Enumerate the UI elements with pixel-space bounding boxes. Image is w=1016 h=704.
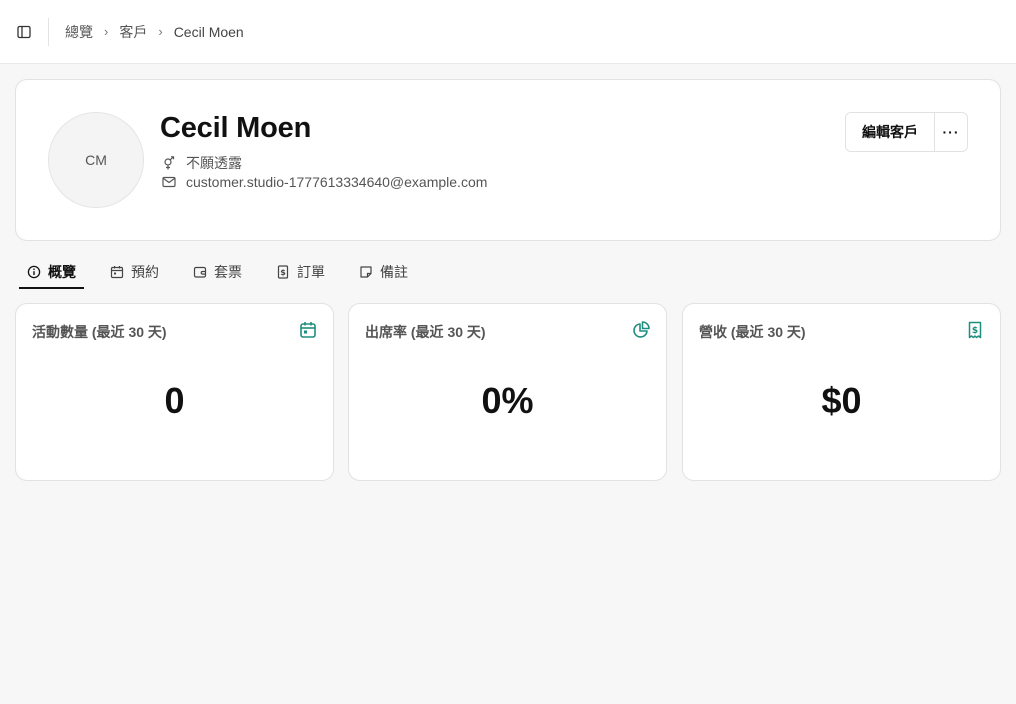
tab-packages[interactable]: 套票 — [185, 256, 250, 288]
top-bar: 總覽 › 客戶 › Cecil Moen — [0, 0, 1016, 64]
more-dots-icon: ··· — [942, 124, 960, 140]
stat-value: 0% — [481, 380, 534, 421]
breadcrumb-customers[interactable]: 客戶 — [119, 22, 147, 42]
gender-icon — [162, 156, 176, 170]
sidebar-toggle-icon — [17, 25, 31, 38]
pie-chart-icon — [633, 321, 650, 338]
avatar: CM — [48, 112, 144, 208]
tab-label: 概覽 — [48, 263, 76, 280]
stat-card-attendance: 出席率 (最近 30 天) 0% — [348, 303, 667, 481]
breadcrumb: 總覽 › 客戶 › Cecil Moen — [65, 22, 244, 42]
receipt-icon: $ — [968, 321, 982, 339]
sidebar-toggle-button[interactable] — [0, 0, 48, 64]
stat-title: 活動數量 (最近 30 天) — [32, 324, 167, 340]
calendar-icon — [300, 322, 316, 338]
profile-actions: 編輯客戶 ··· — [845, 112, 968, 152]
stat-title: 營收 (最近 30 天) — [699, 324, 806, 340]
tab-notes[interactable]: 備註 — [351, 256, 416, 288]
mail-icon — [162, 175, 176, 189]
customer-gender: 不願透露 — [186, 155, 242, 171]
svg-text:$: $ — [280, 268, 286, 277]
customer-tabs: 概覽 預約 套票 $ 訂單 備註 — [19, 256, 434, 290]
customer-profile-card: CM Cecil Moen 不願透露 customer.studio-17776… — [15, 79, 1001, 241]
svg-text:$: $ — [972, 326, 978, 336]
customer-gender-row: 不願透露 — [162, 153, 242, 173]
chevron-right-icon: › — [158, 24, 163, 39]
tab-overview[interactable]: 概覽 — [19, 256, 84, 289]
stat-card-activities: 活動數量 (最近 30 天) 0 — [15, 303, 334, 481]
customer-name: Cecil Moen — [160, 112, 312, 144]
tab-orders[interactable]: $ 訂單 — [268, 256, 333, 288]
breadcrumb-current: Cecil Moen — [173, 23, 244, 40]
tab-label: 預約 — [131, 264, 159, 280]
stat-value: 0 — [164, 380, 185, 421]
stat-value: $0 — [821, 380, 862, 421]
receipt-icon: $ — [276, 265, 290, 279]
stat-card-revenue: 營收 (最近 30 天) $ $0 — [682, 303, 1001, 481]
tab-appointments[interactable]: 預約 — [102, 256, 167, 288]
customer-email-row: customer.studio-1777613334640@example.co… — [162, 174, 487, 190]
tab-label: 備註 — [380, 264, 408, 280]
stat-title: 出席率 (最近 30 天) — [365, 324, 486, 340]
note-icon — [359, 265, 373, 279]
more-options-button[interactable]: ··· — [935, 113, 967, 151]
edit-customer-button[interactable]: 編輯客戶 — [846, 113, 935, 151]
customer-email[interactable]: customer.studio-1777613334640@example.co… — [186, 174, 487, 190]
chevron-right-icon: › — [104, 24, 109, 39]
tab-label: 訂單 — [297, 264, 325, 280]
tab-label: 套票 — [214, 264, 242, 280]
breadcrumb-overview[interactable]: 總覽 — [65, 22, 93, 42]
info-icon — [27, 265, 41, 279]
calendar-icon — [110, 265, 124, 279]
wallet-icon — [193, 265, 207, 279]
avatar-initials: CM — [85, 152, 107, 168]
topbar-divider — [48, 17, 49, 46]
